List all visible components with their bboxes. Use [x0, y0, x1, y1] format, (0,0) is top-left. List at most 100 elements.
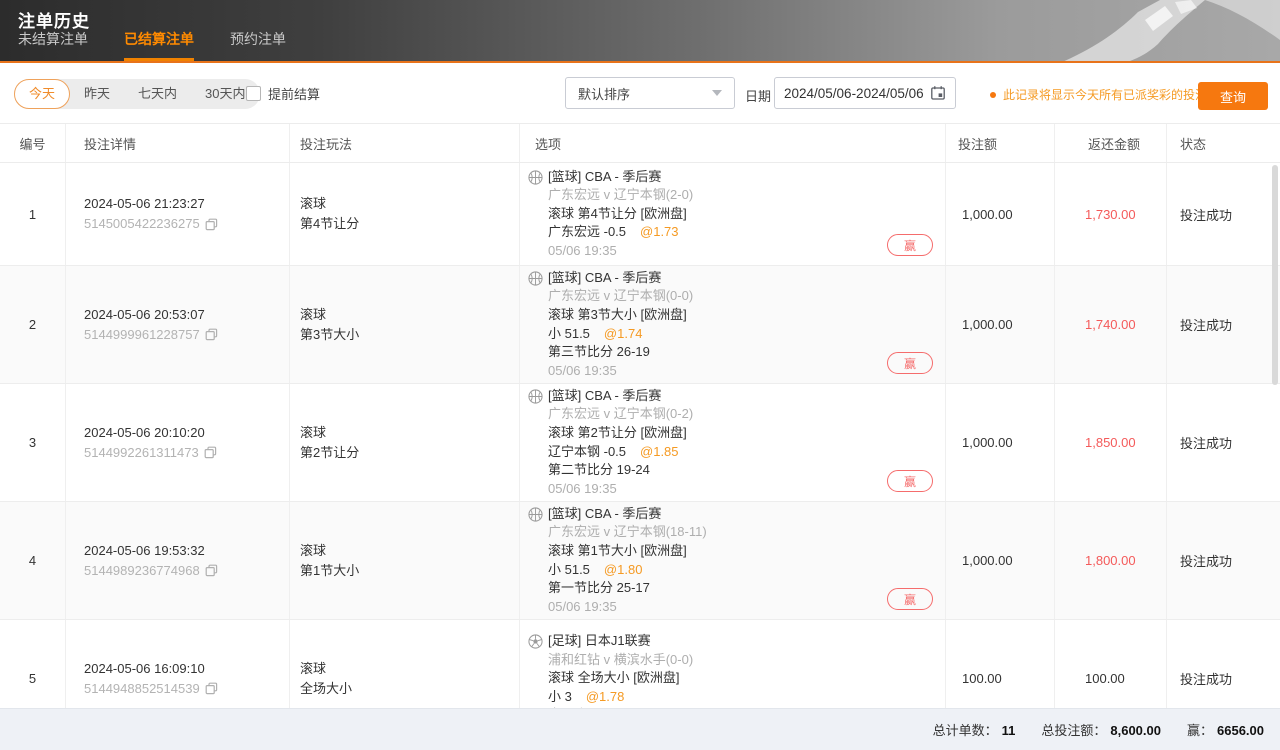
vertical-scrollbar-thumb[interactable]	[1272, 165, 1278, 385]
bet-placed-time: 2024-05-06 20:53:07	[84, 305, 218, 325]
copy-icon[interactable]	[205, 218, 218, 231]
col-header-selection: 选项	[520, 124, 946, 162]
bet-id: 5144989236774968	[84, 561, 200, 581]
table-row: 4 2024-05-06 19:53:32 5144989236774968 滚…	[0, 502, 1280, 620]
tab-bar: 未结算注单 已结算注单 预约注单	[18, 23, 322, 61]
bet-id: 5144948852514539	[84, 679, 200, 699]
match-line: 广东宏远 v 辽宁本钢(2-0)	[548, 186, 693, 205]
great-wall-decoration	[920, 0, 1280, 63]
pick: 辽宁本钢 -0.5	[548, 444, 626, 459]
summary-stake-value: 8,600.00	[1110, 723, 1161, 738]
bet-detail-cell: 2024-05-06 20:10:20 5144992261311473	[66, 384, 290, 501]
col-header-detail: 投注详情	[66, 124, 290, 162]
selection-cell: [篮球] CBA - 季后赛 广东宏远 v 辽宁本钢(2-0) 滚球 第4节让分…	[520, 163, 946, 265]
tab-reserved[interactable]: 预约注单	[230, 23, 286, 61]
range-yesterday[interactable]: 昨天	[70, 79, 124, 109]
league-line: [足球] 日本J1联赛	[548, 632, 693, 651]
status-cell: 投注成功	[1167, 620, 1280, 708]
date-range-value[interactable]	[784, 86, 930, 101]
play-type-cell: 滚球 第4节让分	[290, 163, 520, 265]
tab-unsettled[interactable]: 未结算注单	[18, 23, 88, 61]
pick-line: 小 51.5@1.74	[548, 325, 693, 344]
match-line: 广东宏远 v 辽宁本钢(18-11)	[548, 523, 707, 542]
market-line: 滚球 第1节大小 [欧洲盘]	[548, 542, 707, 561]
copy-icon[interactable]	[205, 564, 218, 577]
bet-detail-cell: 2024-05-06 16:09:10 5144948852514539	[66, 620, 290, 708]
odds: @1.73	[640, 224, 679, 239]
col-header-play: 投注玩法	[290, 124, 520, 162]
league-line: [篮球] CBA - 季后赛	[548, 505, 707, 524]
basketball-icon	[528, 389, 543, 404]
copy-icon[interactable]	[204, 446, 217, 459]
play-type-cell: 滚球 第2节让分	[290, 384, 520, 501]
play-type-cell: 滚球 全场大小	[290, 620, 520, 708]
market-line: 滚球 全场大小 [欧洲盘]	[548, 669, 693, 688]
win-badge: 赢	[887, 234, 933, 256]
early-settle-label: 提前结算	[268, 84, 320, 103]
match-line: 广东宏远 v 辽宁本钢(0-0)	[548, 287, 693, 306]
odds: @1.74	[604, 326, 643, 341]
table-row: 5 2024-05-06 16:09:10 5144948852514539 滚…	[0, 620, 1280, 708]
payout-cell: 1,850.00	[1055, 384, 1167, 501]
status-cell: 投注成功	[1167, 384, 1280, 501]
bet-placed-time: 2024-05-06 21:23:27	[84, 194, 218, 214]
odds: @1.85	[640, 444, 679, 459]
range-7days[interactable]: 七天内	[124, 79, 191, 109]
early-settle-checkbox-group[interactable]: 提前结算	[246, 84, 320, 103]
calendar-icon[interactable]	[930, 85, 946, 101]
score-line: 第一节比分 25-17	[548, 579, 707, 598]
match-line: 广东宏远 v 辽宁本钢(0-2)	[548, 405, 693, 424]
win-badge: 赢	[887, 352, 933, 374]
summary-bar: 总计单数：11 总投注额：8,600.00 赢：6656.00	[0, 708, 1280, 750]
win-badge: 赢	[887, 588, 933, 610]
copy-icon[interactable]	[205, 328, 218, 341]
stake-cell: 1,000.00	[946, 384, 1055, 501]
tab-settled[interactable]: 已结算注单	[124, 23, 194, 61]
date-range-input[interactable]	[774, 77, 956, 109]
copy-icon[interactable]	[205, 682, 218, 695]
row-number: 1	[0, 163, 66, 265]
col-header-payout: 返还金额	[1055, 124, 1167, 162]
event-time-line: 05/06 19:35	[548, 480, 693, 499]
notice-text: 此记录将显示今天所有已派奖彩的投注	[1003, 86, 1207, 103]
play-type-cell: 滚球 第3节大小	[290, 266, 520, 383]
odds: @1.78	[586, 689, 625, 704]
row-number: 2	[0, 266, 66, 383]
market-line: 滚球 第2节让分 [欧洲盘]	[548, 424, 693, 443]
table-body: 1 2024-05-06 21:23:27 5145005422236275 滚…	[0, 163, 1280, 708]
payout-cell: 1,740.00	[1055, 266, 1167, 383]
stake-cell: 1,000.00	[946, 502, 1055, 619]
summary-count: 总计单数：11	[933, 720, 1016, 739]
soccer-ball-icon	[528, 634, 543, 649]
score-line: 第二节比分 19-24	[548, 461, 693, 480]
query-button[interactable]: 查询	[1198, 82, 1268, 110]
date-label: 日期	[745, 86, 771, 105]
sort-select[interactable]: 默认排序	[565, 77, 735, 109]
range-today[interactable]: 今天	[14, 79, 70, 109]
basketball-icon	[528, 507, 543, 522]
summary-win-value: 6656.00	[1217, 723, 1264, 738]
chevron-down-icon	[712, 90, 722, 96]
payout-cell: 1,730.00	[1055, 163, 1167, 265]
bet-detail-cell: 2024-05-06 19:53:32 5144989236774968	[66, 502, 290, 619]
market-line: 滚球 第3节大小 [欧洲盘]	[548, 306, 693, 325]
summary-count-value: 11	[1002, 723, 1016, 738]
event-time-line: 05/06 19:35	[548, 362, 693, 381]
bet-id: 5145005422236275	[84, 214, 200, 234]
early-settle-checkbox[interactable]	[246, 86, 261, 101]
bet-detail-cell: 2024-05-06 21:23:27 5145005422236275	[66, 163, 290, 265]
status-cell: 投注成功	[1167, 502, 1280, 619]
selection-cell: [足球] 日本J1联赛 浦和红钻 v 横滨水手(0-0) 滚球 全场大小 [欧洲…	[520, 620, 946, 708]
league-line: [篮球] CBA - 季后赛	[548, 168, 693, 187]
selection-cell: [篮球] CBA - 季后赛 广东宏远 v 辽宁本钢(0-0) 滚球 第3节大小…	[520, 266, 946, 383]
payout-notice: 此记录将显示今天所有已派奖彩的投注	[990, 86, 1207, 103]
selection-cell: [篮球] CBA - 季后赛 广东宏远 v 辽宁本钢(18-11) 滚球 第1节…	[520, 502, 946, 619]
stake-cell: 100.00	[946, 620, 1055, 708]
filter-bar: 今天 昨天 七天内 30天内 提前结算 默认排序 日期 此记录将显示今天所有已派…	[0, 63, 1280, 123]
pick: 小 3	[548, 689, 572, 704]
market-line: 滚球 第4节让分 [欧洲盘]	[548, 205, 693, 224]
odds: @1.80	[604, 562, 643, 577]
col-header-stake: 投注额	[946, 124, 1055, 162]
status-cell: 投注成功	[1167, 163, 1280, 265]
summary-total-stake: 总投注额：8,600.00	[1041, 720, 1161, 739]
